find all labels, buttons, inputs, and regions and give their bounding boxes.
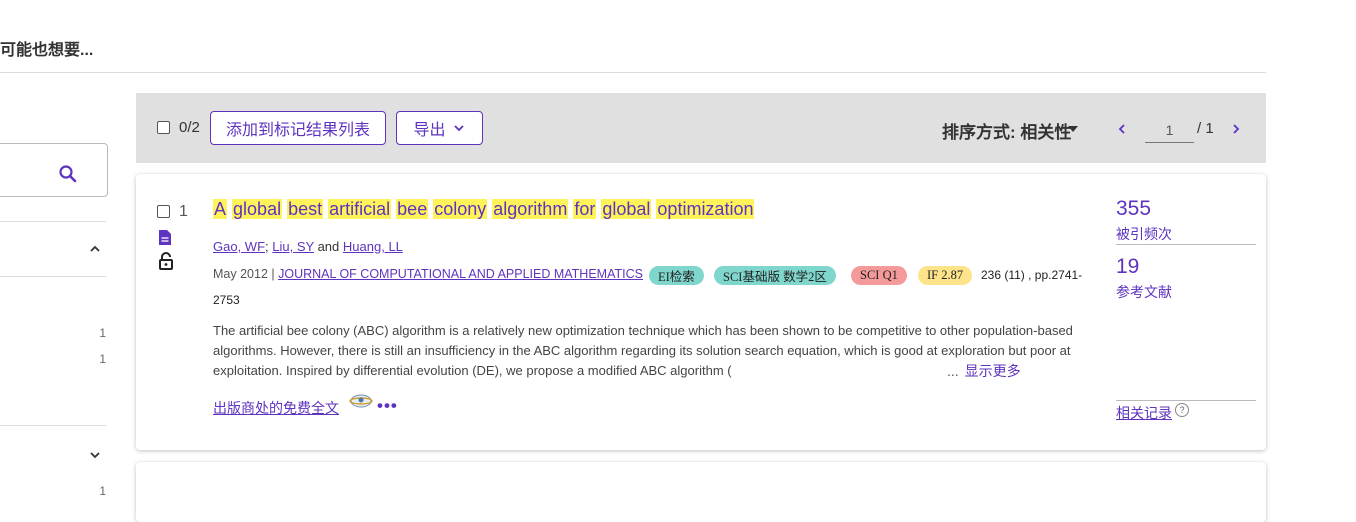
record-title-link[interactable]: A global best artificial bee colony algo… — [213, 197, 755, 221]
sidebar-divider — [0, 425, 106, 426]
full-text-viewer-icon[interactable] — [349, 392, 373, 410]
title-word: best — [287, 199, 324, 219]
filter-count: 1 — [99, 484, 106, 498]
volume-pages: 236 (11) , pp.2741- — [981, 268, 1083, 282]
more-options-button[interactable]: ••• — [377, 396, 398, 416]
sidebar-divider — [0, 276, 106, 277]
author-separator: ; — [265, 239, 269, 254]
chevron-down-icon — [453, 125, 464, 132]
caret-down-icon[interactable] — [1068, 126, 1078, 132]
help-icon[interactable]: ? — [1175, 403, 1189, 417]
sort-dropdown[interactable]: 排序方式: 相关性 — [942, 118, 1071, 143]
page-total: / 1 — [1197, 120, 1214, 137]
document-icon[interactable] — [158, 229, 172, 246]
metric-divider — [1116, 400, 1256, 401]
filter-count: 1 — [99, 326, 106, 340]
export-label: 导出 — [413, 122, 446, 139]
chevron-right-icon[interactable] — [1229, 122, 1243, 136]
add-to-marked-list-button[interactable]: 添加到标记结果列表 — [210, 111, 386, 145]
badge-label: SCI基础版 数学2区 — [723, 270, 827, 284]
abstract-ellipsis: ... — [947, 363, 959, 379]
chevron-left-icon[interactable] — [1115, 122, 1129, 136]
record-checkbox[interactable] — [157, 205, 170, 218]
page-number-input[interactable] — [1145, 117, 1194, 143]
volume-pages-cont: 2753 — [213, 293, 240, 307]
title-word: A — [213, 199, 228, 219]
title-word: colony — [433, 199, 488, 219]
divider — [0, 72, 1266, 73]
related-records-link[interactable]: 相关记录 — [1116, 403, 1172, 423]
author-link[interactable]: Gao, WF — [213, 239, 265, 254]
reference-count[interactable]: 19 — [1116, 255, 1139, 279]
unlock-icon — [159, 252, 173, 270]
selected-count: 0/2 — [179, 119, 200, 136]
show-more: ... 显示更多 — [947, 361, 1021, 381]
title-word: for — [573, 199, 597, 219]
index-badge-sci-basic: SCI基础版 数学2区 — [714, 266, 836, 285]
title-word: artificial — [328, 199, 392, 219]
citation-count[interactable]: 355 — [1116, 197, 1151, 221]
title-word: global — [601, 199, 652, 219]
reference-label[interactable]: 参考文献 — [1116, 282, 1172, 302]
publication-date: May 2012 | — [213, 267, 275, 281]
title-word: optimization — [656, 199, 755, 219]
citation-label[interactable]: 被引频次 — [1116, 224, 1172, 244]
export-button[interactable]: 导出 — [396, 111, 483, 145]
author-and: and — [317, 239, 340, 254]
journal-link[interactable]: JOURNAL OF COMPUTATIONAL AND APPLIED MAT… — [278, 267, 643, 281]
index-badge-sci-q: SCI Q1 — [851, 266, 907, 285]
page-heading: 您可能也想要... — [0, 42, 94, 59]
badge-label: SCI Q1 — [860, 268, 898, 282]
badge-label: EI检索 — [658, 270, 695, 284]
title-word: global — [232, 199, 283, 219]
title-word: algorithm — [492, 199, 569, 219]
author-link[interactable]: Huang, LL — [343, 239, 403, 254]
impact-factor-badge: IF 2.87 — [918, 266, 973, 285]
full-text-link[interactable]: 出版商处的免费全文 — [213, 398, 339, 418]
metric-divider — [1116, 244, 1256, 245]
author-list: Gao, WF; Liu, SY and Huang, LL — [213, 239, 403, 254]
chevron-down-icon[interactable] — [88, 448, 102, 462]
chevron-up-icon[interactable] — [88, 242, 102, 256]
show-more-link[interactable]: 显示更多 — [965, 363, 1021, 379]
publication-line: May 2012 | JOURNAL OF COMPUTATIONAL AND … — [213, 267, 643, 281]
filter-count: 1 — [99, 352, 106, 366]
record-number: 1 — [179, 203, 188, 220]
add-to-marked-list-label: 添加到标记结果列表 — [225, 122, 370, 139]
select-all-checkbox[interactable] — [157, 121, 170, 134]
title-word: bee — [396, 199, 429, 219]
sidebar-search-input[interactable] — [0, 143, 108, 197]
sidebar-divider — [0, 221, 106, 222]
author-link[interactable]: Liu, SY — [272, 239, 314, 254]
badge-label: IF 2.87 — [927, 268, 964, 282]
search-icon[interactable] — [58, 164, 78, 184]
record-card — [136, 462, 1266, 522]
index-badge-ei: EI检索 — [649, 266, 704, 285]
